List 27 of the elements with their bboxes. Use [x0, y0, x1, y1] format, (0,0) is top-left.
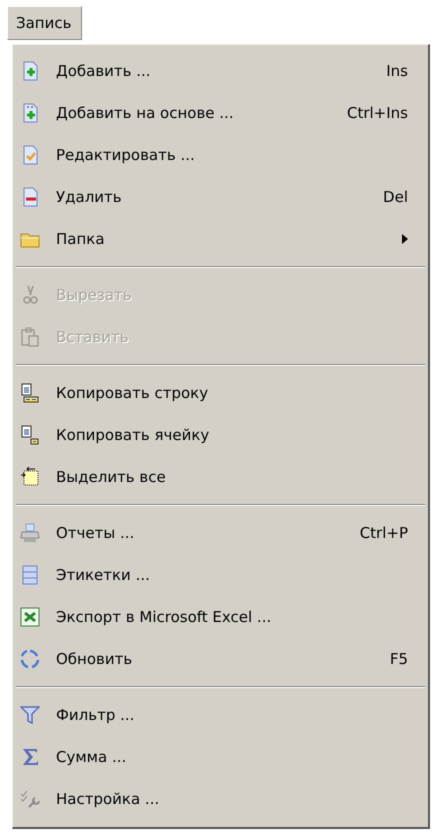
menu-item[interactable]: Экспорт в Microsoft Excel ...	[13, 596, 428, 638]
sigma-icon	[20, 747, 40, 767]
menu-item[interactable]: Добавить ... Ins	[13, 50, 428, 92]
menu-item[interactable]: Удалить Del	[13, 176, 428, 218]
select-all-icon	[20, 467, 40, 487]
menu-item[interactable]: Обновить F5	[13, 638, 428, 680]
menu-item[interactable]: Папка	[13, 218, 428, 260]
menu-item[interactable]: Настройка ...	[13, 778, 428, 820]
copy-row-icon	[20, 383, 40, 403]
menu-title[interactable]: Запись	[7, 6, 82, 40]
menu-item[interactable]: Сумма ...	[13, 736, 428, 778]
spreadsheet-icon	[20, 607, 40, 627]
menu-item[interactable]: Редактировать ...	[13, 134, 428, 176]
copy-cell-icon	[20, 425, 40, 445]
filter-icon	[20, 705, 40, 725]
menu-item[interactable]: Отчеты ... Ctrl+P	[13, 512, 428, 554]
menu-item[interactable]: Добавить на основе ... Ctrl+Ins	[13, 92, 428, 134]
menu-item[interactable]: Фильтр ...	[13, 694, 428, 736]
list-icon	[20, 565, 40, 585]
menu-item[interactable]: Выделить все	[13, 456, 428, 498]
refresh-icon	[20, 649, 40, 669]
menu-item[interactable]: Копировать ячейку	[13, 414, 428, 456]
menu-item[interactable]: Копировать строку	[13, 372, 428, 414]
printer-icon	[20, 523, 40, 543]
tools-icon	[20, 789, 40, 809]
menu-item[interactable]: Этикетки ...	[13, 554, 428, 596]
clipboard-icon	[20, 327, 40, 347]
